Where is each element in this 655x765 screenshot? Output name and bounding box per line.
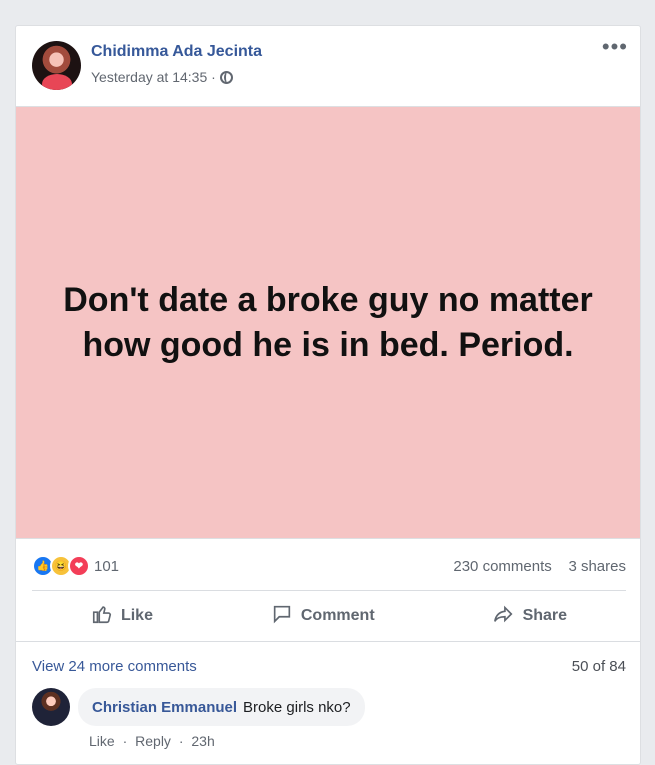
comment-text: Broke girls nko? bbox=[243, 698, 351, 716]
shares-count[interactable]: 3 shares bbox=[568, 558, 626, 575]
like-button[interactable]: Like bbox=[91, 603, 153, 630]
comment-label: Comment bbox=[300, 607, 375, 624]
comment-button[interactable]: Comment bbox=[271, 603, 375, 630]
more-comments-row: View 24 more comments 50 of 84 bbox=[32, 658, 626, 675]
comments-count[interactable]: 230 comments bbox=[453, 558, 551, 575]
comment-meta: Like · Reply · 23h bbox=[89, 733, 215, 749]
engagement-counts: 230 comments 3 shares bbox=[453, 558, 626, 575]
commenter-name[interactable]: Christian Emmanuel bbox=[92, 699, 237, 716]
author-avatar[interactable] bbox=[32, 41, 81, 90]
view-more-comments-link[interactable]: View 24 more comments bbox=[32, 658, 197, 675]
share-icon bbox=[493, 603, 515, 630]
love-reaction-icon: ❤ bbox=[68, 555, 90, 577]
commenter-avatar[interactable] bbox=[32, 688, 70, 726]
post-image[interactable]: Don't date a broke guy no matter how goo… bbox=[16, 106, 640, 539]
author-name[interactable]: Chidimma Ada Jecinta bbox=[91, 43, 262, 61]
more-options-icon[interactable]: ••• bbox=[602, 36, 628, 58]
comment-like-link[interactable]: Like bbox=[89, 733, 115, 749]
post-stats: 👍 😆 ❤ 101 230 comments 3 shares bbox=[32, 552, 626, 580]
divider bbox=[32, 590, 626, 591]
comment-time[interactable]: 23h bbox=[191, 733, 214, 749]
post-card: Chidimma Ada Jecinta Yesterday at 14:35 … bbox=[15, 25, 641, 765]
comments-position: 50 of 84 bbox=[571, 658, 626, 675]
comment-icon bbox=[271, 603, 293, 630]
post-time[interactable]: Yesterday at 14:35 · bbox=[91, 69, 216, 85]
like-label: Like bbox=[120, 607, 153, 624]
share-label: Share bbox=[522, 607, 568, 624]
globe-icon bbox=[219, 70, 233, 84]
comment-reply-link[interactable]: Reply bbox=[135, 733, 171, 749]
divider bbox=[16, 641, 640, 642]
reaction-count[interactable]: 101 bbox=[94, 558, 119, 575]
post-text: Don't date a broke guy no matter how goo… bbox=[63, 280, 593, 364]
comment-item: Christian Emmanuel Broke girls nko? Like… bbox=[32, 688, 626, 749]
comment-bubble: Christian Emmanuel Broke girls nko? bbox=[78, 688, 365, 726]
post-actions: Like Comment Share bbox=[32, 592, 626, 640]
reaction-summary[interactable]: 👍 😆 ❤ 101 bbox=[32, 555, 119, 577]
share-button[interactable]: Share bbox=[493, 603, 567, 630]
thumbs-up-icon bbox=[91, 603, 113, 630]
post-meta: Yesterday at 14:35 · bbox=[91, 69, 233, 85]
